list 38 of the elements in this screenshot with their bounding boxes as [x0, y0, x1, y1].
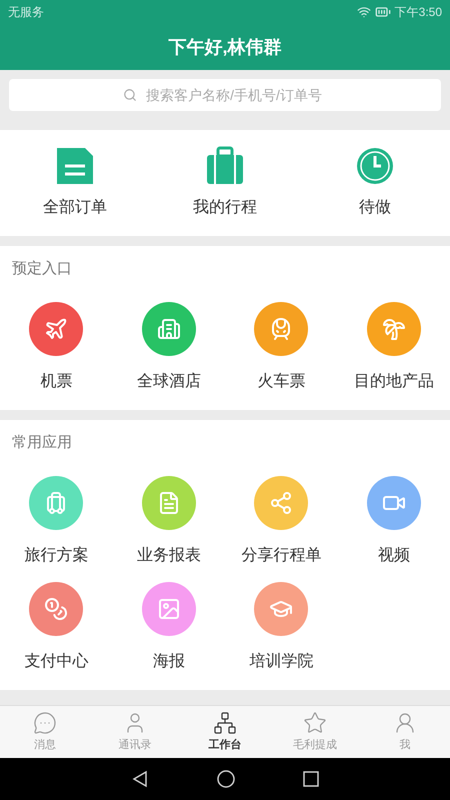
quick-action-button[interactable]: 全部订单 [0, 146, 150, 220]
share-icon [269, 491, 294, 515]
app-shortcut[interactable]: 全球酒店 [112, 302, 225, 394]
status-time: 下午3:50 [394, 4, 442, 21]
recents-icon[interactable] [303, 771, 319, 787]
search-field[interactable]: 搜索客户名称/手机号/订单号 [9, 79, 441, 111]
home-icon[interactable] [217, 770, 235, 788]
org-icon [213, 710, 237, 735]
wifi-icon [356, 5, 371, 19]
app-shortcut[interactable]: 分享行程单 [225, 476, 338, 568]
app-shortcut[interactable]: 培训学院 [225, 582, 338, 674]
app-shortcut[interactable]: 火车票 [225, 302, 338, 394]
app-shortcut[interactable]: 业务报表 [112, 476, 225, 568]
quick-action-button[interactable]: 待做 [300, 146, 450, 220]
hotel-icon [156, 317, 181, 341]
section-title: 预定入口 [12, 258, 72, 279]
app-shortcut[interactable]: 支付中心 [0, 582, 112, 674]
section-title: 常用应用 [12, 432, 72, 453]
suitcase-icon [205, 146, 245, 186]
carrier-text: 无服务 [8, 4, 44, 21]
coins-icon [44, 597, 68, 621]
app-shortcut[interactable]: 海报 [112, 582, 225, 674]
app-shortcut[interactable]: 目的地产品 [338, 302, 450, 394]
app-shortcut[interactable]: 视频 [338, 476, 450, 568]
app-shortcut[interactable]: 旅行方案 [0, 476, 112, 568]
app-shortcut[interactable]: 机票 [0, 302, 112, 394]
header-title: 下午好,林伟群 [168, 36, 282, 58]
document-icon [55, 146, 95, 186]
clock-icon [355, 146, 395, 186]
palm-icon [382, 317, 406, 341]
back-icon[interactable] [131, 770, 149, 788]
plane-icon [44, 317, 68, 341]
image-icon [156, 597, 181, 621]
chat-icon [33, 710, 57, 735]
search-icon [123, 88, 137, 102]
star-icon [303, 710, 327, 735]
tab-item[interactable]: 工作台 [180, 706, 270, 758]
quick-action-button[interactable]: 我的行程 [150, 146, 300, 220]
